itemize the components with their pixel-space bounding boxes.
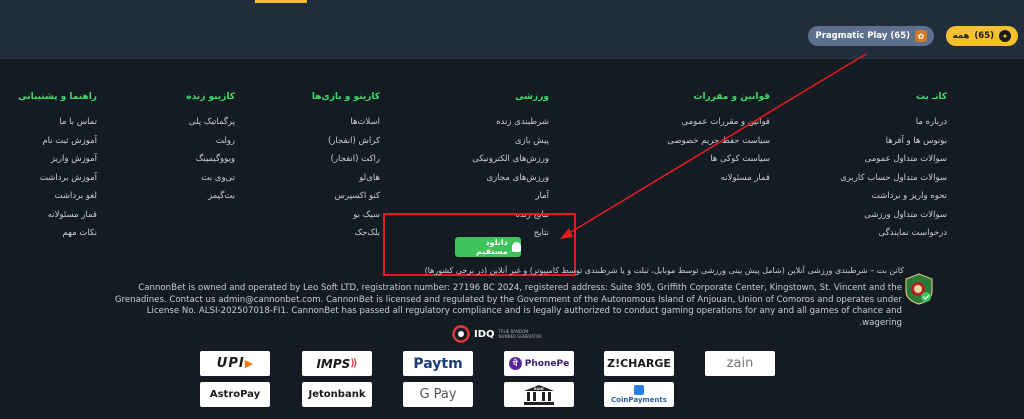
gpay-label: G Pay (419, 387, 457, 402)
zcharge-label: Z!CHARGE (607, 357, 671, 370)
payment-logo-coinpayments: CoinPayments (604, 382, 674, 407)
phonepe-label: PhonePe (524, 358, 570, 369)
paytm-label: Paytm (413, 355, 463, 372)
bank-label: BANK (534, 387, 545, 391)
idq-rng-badge: IDQ TRUE RANDOM NUMBER GENERATOR (452, 325, 542, 343)
phonepe-icon: पे (508, 357, 522, 370)
footer-tagline: کانن بت – شرطبندی ورزشی آنلاین (شامل پیش… (424, 266, 904, 275)
imps-label: IMPS (316, 356, 351, 371)
astropay-label: AstroPay (209, 389, 261, 400)
payment-logo-bank: BANK (504, 382, 574, 407)
license-seal-icon (905, 273, 933, 305)
payment-logo-paytm: Paytm (403, 351, 473, 376)
upi-label: UPI (216, 356, 245, 371)
payment-logo-zain: zain (705, 351, 775, 376)
payment-logo-upi: UPI ▶ (200, 351, 270, 376)
coinpayments-label: CoinPayments (611, 396, 667, 404)
payment-logo-phonepe: पे PhonePe (504, 351, 574, 376)
payment-logo-zcharge: Z!CHARGE (604, 351, 674, 376)
jetonbank-label: Jetonbank (308, 389, 366, 400)
payment-logo-astropay: AstroPay (200, 382, 270, 407)
payment-logo-imps: IMPS ⟫ (302, 351, 372, 376)
legal-notice: CannonBet is owned and operated by Leo S… (114, 283, 902, 328)
bank-building-icon: BANK (524, 384, 554, 405)
payment-logo-gpay: G Pay (403, 382, 473, 407)
payment-logo-jetonbank: Jetonbank (302, 382, 372, 407)
coinpayments-icon (634, 385, 644, 395)
idq-logo-icon (452, 325, 470, 343)
zain-label: zain (726, 356, 754, 371)
idq-sub2: NUMBER GENERATOR (498, 334, 542, 339)
idq-mark: IDQ (474, 328, 495, 340)
